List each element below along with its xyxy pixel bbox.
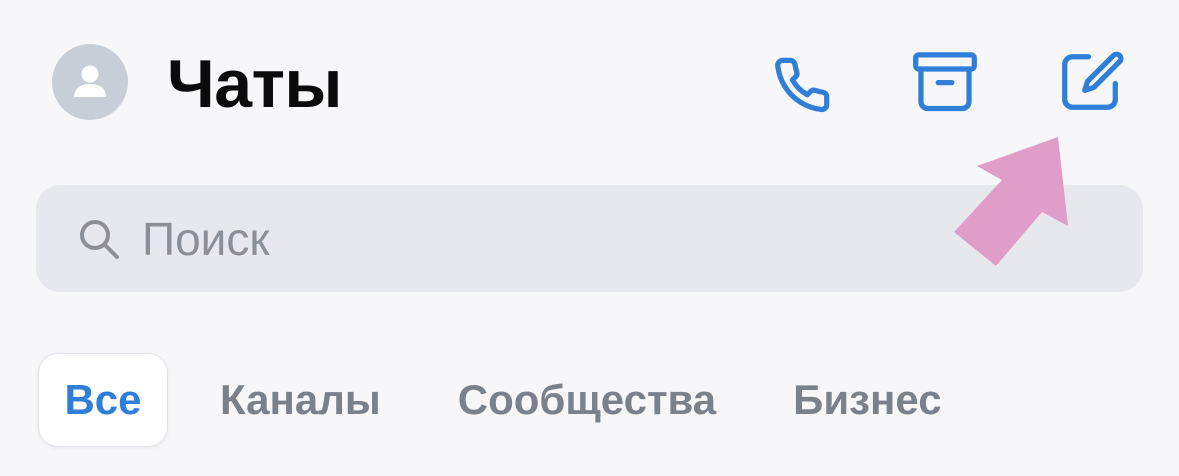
avatar[interactable] [52,44,128,120]
user-silhouette-icon [74,65,106,97]
call-button[interactable] [757,40,841,124]
tab-business[interactable]: Бизнес [793,376,941,424]
compose-pencil-icon [1062,51,1124,110]
phone-icon [775,57,830,113]
archive-button[interactable] [903,40,987,124]
tab-communities[interactable]: Сообщества [458,376,716,424]
tab-channels[interactable]: Каналы [220,376,381,424]
compose-button[interactable] [1048,40,1132,124]
archive-box-icon [913,52,977,112]
pointer-arrow-icon [954,137,1068,266]
search-input[interactable] [142,211,962,266]
tab-all[interactable]: Все [38,353,168,447]
chat-filter-tabs: Все Каналы Сообщества Бизнес [38,353,942,447]
page-title: Чаты [167,46,342,122]
search-icon [72,212,126,266]
